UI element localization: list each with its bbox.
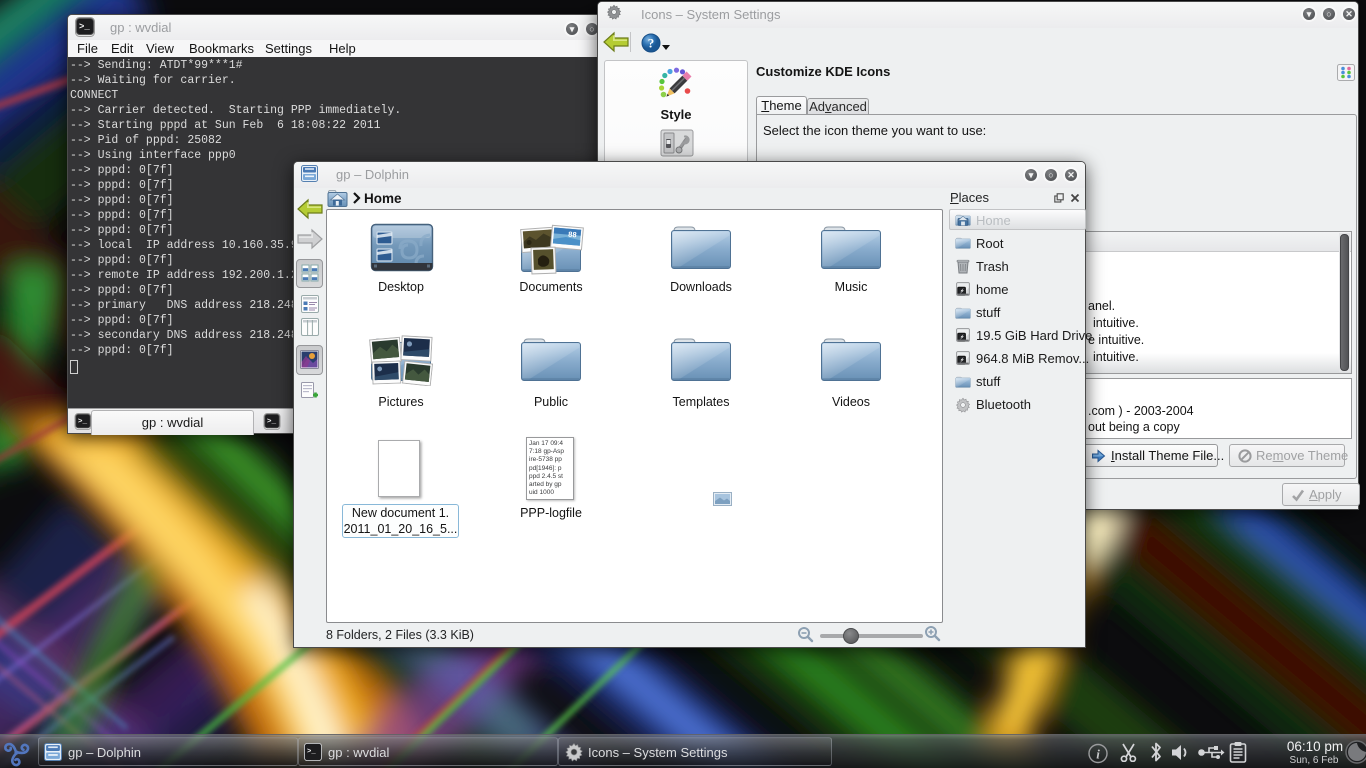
svg-text:>_: >_ [79, 22, 90, 32]
svg-text:>_: >_ [307, 748, 316, 756]
svg-text:>_: >_ [267, 418, 277, 426]
svg-text:i: i [1096, 747, 1100, 762]
svg-text:>_: >_ [78, 418, 88, 426]
svg-text:?: ? [648, 36, 655, 51]
svg-text:88: 88 [568, 230, 577, 240]
